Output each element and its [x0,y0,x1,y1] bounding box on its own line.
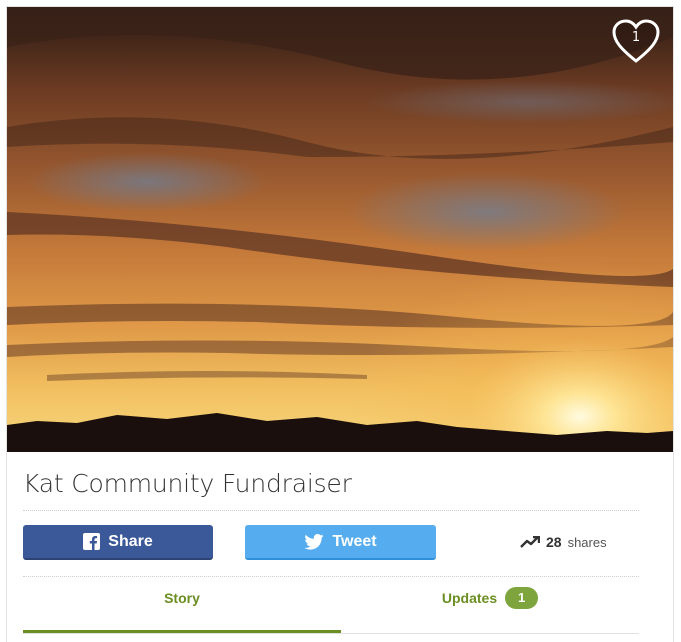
tab-updates-label: Updates [441,590,498,606]
tweet-button[interactable]: Tweet [245,525,436,560]
tabs-baseline [23,633,639,634]
twitter-icon [304,533,325,550]
facebook-share-label: Share [108,532,153,550]
shares-number: 28 [546,534,562,550]
share-divider [23,576,639,577]
campaign-photo: 1 [7,7,673,452]
tab-updates[interactable]: Updates 1 [341,587,639,632]
favorite-button[interactable]: 1 [611,19,661,65]
facebook-icon [83,533,101,550]
campaign-card: 1 Kat Community Fundraiser Share Tweet 2… [6,6,674,642]
shares-label: shares [567,534,607,550]
facebook-share-button[interactable]: Share [23,525,213,560]
title-divider [23,510,639,511]
sunset-image [7,7,673,452]
tab-story-label: Story [164,590,200,606]
favorites-count: 1 [631,30,641,45]
trending-up-icon [520,536,540,548]
share-count: 28 shares [520,534,607,550]
tab-story[interactable]: Story [23,590,341,633]
campaign-title: Kat Community Fundraiser [23,469,352,498]
tweet-label: Tweet [332,532,377,550]
updates-count-badge: 1 [505,587,539,609]
